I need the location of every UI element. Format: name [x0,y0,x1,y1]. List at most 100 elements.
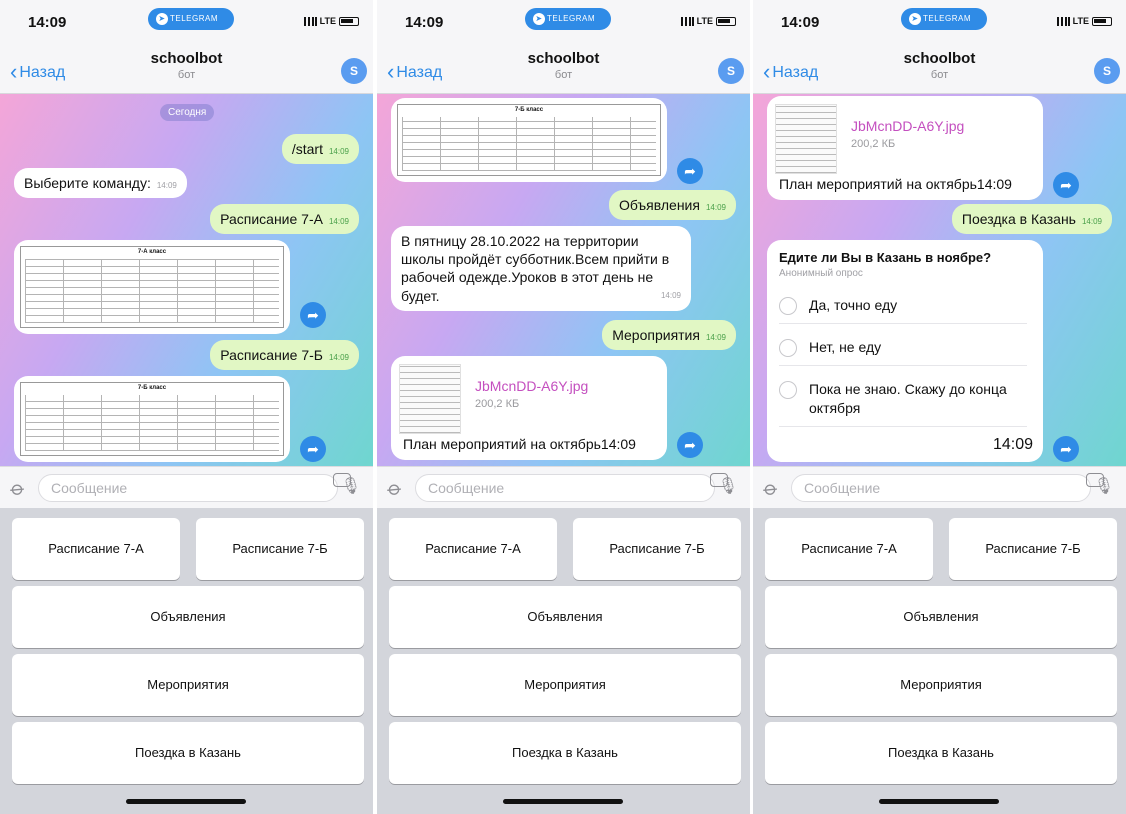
avatar[interactable]: S [1094,58,1120,84]
telegram-icon: ➤ [533,13,545,25]
chat-title: schoolbot [903,50,976,67]
key-events[interactable]: Мероприятия [765,654,1117,716]
telegram-pill[interactable]: ➤ TELEGRAM [901,8,987,30]
key-announcements[interactable]: Объявления [12,586,364,648]
telegram-pill[interactable]: ➤ TELEGRAM [525,8,611,30]
attach-icon[interactable]: ⌀ [382,475,407,502]
key-schedule-7a[interactable]: Расписание 7-А [765,518,933,580]
phone-screen-2: 14:09 ➤ TELEGRAM LTE ‹ Назад schoolbot бот… [377,0,750,814]
file-size: 200,2 КБ [851,138,896,150]
home-indicator [503,799,623,804]
forward-icon[interactable]: ➦ [1053,172,1079,198]
poll-time: 14:09 [992,436,1033,453]
message-in[interactable]: Выберите команду: 14:09 [14,168,187,199]
signal-icon [303,16,317,26]
chat-subtitle: бот [554,69,573,81]
key-events[interactable]: Мероприятия [12,654,364,716]
battery-icon [716,16,736,26]
message-input[interactable]: Сообщение [38,474,338,502]
poll-option[interactable]: Нет, не еду [779,338,1027,366]
schedule-image[interactable]: 7-Б класс [391,98,667,182]
chat-title: schoolbot [150,50,223,67]
status-bar: 14:09 ➤ TELEGRAM LTE [377,0,750,44]
status-time: 14:09 [405,14,444,31]
message-out[interactable]: Поездка в Казань 14:09 [951,204,1112,235]
forward-icon[interactable]: ➦ [300,302,326,328]
schedule-image[interactable]: 7-Б класс [14,376,290,462]
radio-button[interactable] [779,297,797,315]
message-input[interactable]: Сообщение [791,474,1091,502]
date-chip: Сегодня [160,104,215,121]
key-events[interactable]: Мероприятия [389,654,741,716]
announcement-message[interactable]: В пятницу 28.10.2022 на территории школы… [391,226,691,311]
forward-icon[interactable]: ➦ [677,432,703,458]
chat-area[interactable]: JbMcnDD-A6Y.jpg 200,2 КБ План мероприяти… [753,94,1126,466]
key-schedule-7a[interactable]: Расписание 7-А [12,518,180,580]
key-kazan-trip[interactable]: Поездка в Казань [389,722,741,784]
avatar[interactable]: S [718,58,744,84]
bot-keyboard: Расписание 7-А Расписание 7-Б Объявления… [0,508,373,814]
key-schedule-7a[interactable]: Расписание 7-А [389,518,557,580]
attach-icon[interactable]: ⌀ [5,475,30,502]
message-out[interactable]: Объявления 14:09 [608,190,736,221]
poll-question: Едите ли Вы в Казань в ноябре? [779,250,992,265]
battery-icon [1092,16,1112,26]
forward-icon[interactable]: ➦ [300,436,326,462]
radio-button[interactable] [779,339,797,357]
file-message[interactable]: JbMcnDD-A6Y.jpg 200,2 КБ План мероприяти… [391,356,667,460]
file-message[interactable]: JbMcnDD-A6Y.jpg 200,2 КБ План мероприяти… [767,96,1043,200]
chat-title: schoolbot [527,50,600,67]
message-out[interactable]: Расписание 7-Б 14:09 [210,340,359,371]
avatar[interactable]: S [341,58,367,84]
attach-icon[interactable]: ⌀ [758,475,783,502]
telegram-pill[interactable]: ➤ TELEGRAM [148,8,234,30]
signal-indicator: LTE [303,16,359,26]
chat-header: ‹ Назад schoolbot бот S [753,44,1126,94]
file-name[interactable]: JbMcnDD-A6Y.jpg [475,378,588,394]
key-kazan-trip[interactable]: Поездка в Казань [12,722,364,784]
phone-screen-1: 14:09 ➤ TELEGRAM LTE ‹ Назад schoolbot бот… [0,0,373,814]
phone-screen-3: 14:09 ➤ TELEGRAM LTE ‹ Назад schoolbot бот… [753,0,1126,814]
signal-icon [680,16,694,26]
poll-option[interactable]: Да, точно еду [779,296,1027,324]
bot-keyboard: Расписание 7-А Расписание 7-Б Объявления… [377,508,750,814]
chat-header: ‹ Назад schoolbot бот S [0,44,373,94]
status-time: 14:09 [781,14,820,31]
telegram-icon: ➤ [156,13,168,25]
mic-icon[interactable]: 🎙 [341,476,361,496]
chat-area[interactable]: 7-Б класс ➦ Объявления 14:09 В пятницу 28… [377,94,750,466]
radio-button[interactable] [779,381,797,399]
telegram-icon: ➤ [909,13,921,25]
file-caption: План мероприятий на октябрь14:09 [779,176,1012,192]
message-out[interactable]: Мероприятия 14:09 [602,320,736,351]
signal-indicator: LTE [1056,16,1112,26]
message-input-bar: ⌀ Сообщение 🎙 [753,466,1126,508]
message-out[interactable]: Расписание 7-А 14:09 [210,204,359,235]
mic-icon[interactable]: 🎙 [718,476,738,496]
bot-keyboard: Расписание 7-А Расписание 7-Б Объявления… [753,508,1126,814]
schedule-image[interactable]: 7-А класс [14,240,290,334]
file-thumbnail[interactable] [775,104,837,174]
key-schedule-7b[interactable]: Расписание 7-Б [196,518,364,580]
status-time: 14:09 [28,14,67,31]
chat-area[interactable]: Сегодня /start 14:09 Выберите команду: 14:… [0,94,373,466]
key-announcements[interactable]: Объявления [765,586,1117,648]
forward-icon[interactable]: ➦ [1053,436,1079,462]
message-input[interactable]: Сообщение [415,474,715,502]
status-bar: 14:09 ➤ TELEGRAM LTE [753,0,1126,44]
key-schedule-7b[interactable]: Расписание 7-Б [949,518,1117,580]
battery-icon [339,16,359,26]
forward-icon[interactable]: ➦ [677,158,703,184]
message-out[interactable]: /start 14:09 [281,134,359,165]
poll-message[interactable]: Едите ли Вы в Казань в ноябре? Анонимный… [767,240,1043,462]
key-schedule-7b[interactable]: Расписание 7-Б [573,518,741,580]
mic-icon[interactable]: 🎙 [1094,476,1114,496]
file-name[interactable]: JbMcnDD-A6Y.jpg [851,118,964,134]
file-thumbnail[interactable] [399,364,461,434]
key-announcements[interactable]: Объявления [389,586,741,648]
key-kazan-trip[interactable]: Поездка в Казань [765,722,1117,784]
home-indicator [126,799,246,804]
chat-header: ‹ Назад schoolbot бот S [377,44,750,94]
poll-type: Анонимный опрос [779,268,863,279]
poll-option[interactable]: Пока не знаю. Скажу до конца октября [779,380,1027,427]
